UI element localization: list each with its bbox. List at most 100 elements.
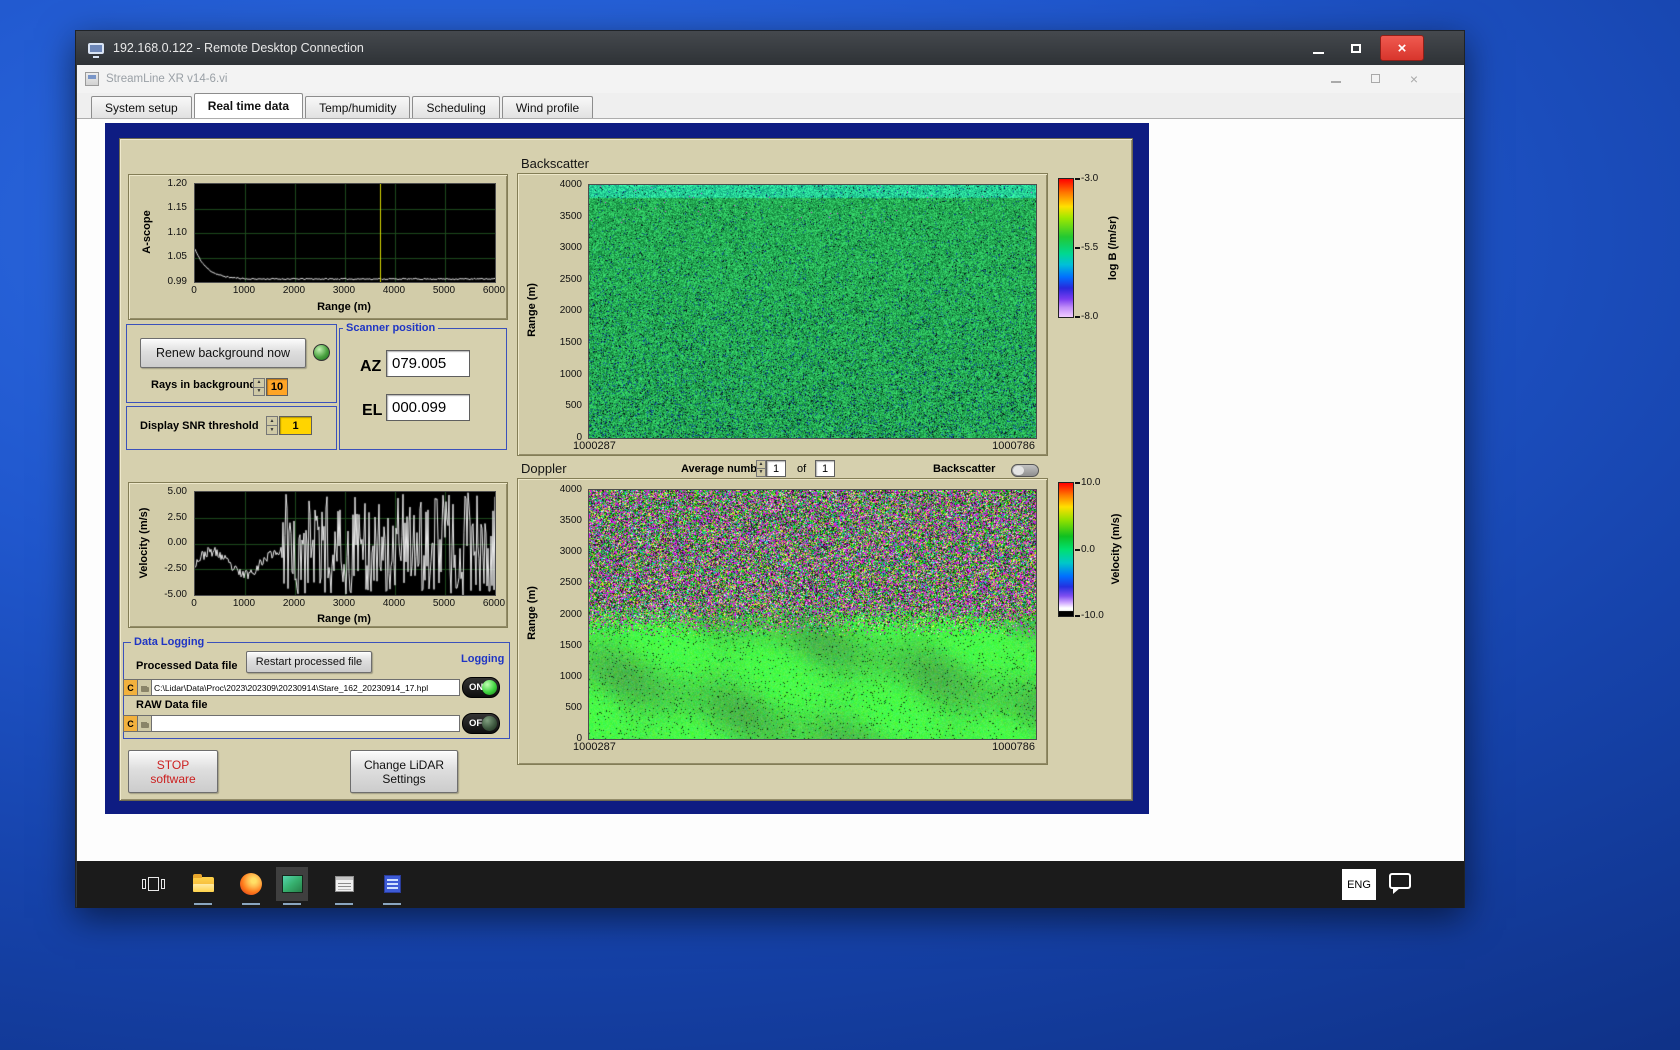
processed-data-file-label: Processed Data file <box>136 660 238 672</box>
scanner-position-title: Scanner position <box>343 322 439 334</box>
snr-value-field[interactable]: 1 <box>279 416 312 435</box>
app-close-button[interactable]: × <box>1410 71 1418 87</box>
maximize-icon <box>1351 43 1361 53</box>
y-tick-label: 2500 <box>559 577 582 588</box>
rdp-close-button[interactable]: × <box>1380 35 1424 61</box>
active-app-button[interactable] <box>276 867 308 905</box>
y-tick-label: 2500 <box>559 274 582 285</box>
y-tick-label: 1500 <box>559 640 582 651</box>
stop-label-line1: STOP <box>156 757 190 772</box>
labview-vi-icon <box>85 72 99 86</box>
language-indicator[interactable]: ENG <box>1342 869 1376 900</box>
az-value-field[interactable]: 079.005 <box>386 350 470 377</box>
logging-off-led <box>482 716 497 731</box>
rays-spinner[interactable]: ▲ ▼ <box>253 378 265 396</box>
ray-end-label: 1000786 <box>992 741 1035 753</box>
logging-label: Logging <box>461 653 505 665</box>
average-count-field[interactable]: 1 <box>815 460 835 477</box>
processed-path-field[interactable]: C:\Lidar\Data\Proc\2023\202309\20230914\… <box>152 679 460 696</box>
task-view-button[interactable] <box>137 867 169 901</box>
folder-browse-icon[interactable] <box>138 715 152 732</box>
colorbar-tick <box>1075 316 1080 318</box>
tab-real-time-data[interactable]: Real time data <box>193 93 304 118</box>
az-label: AZ <box>360 358 382 375</box>
x-tick-label: 3000 <box>332 285 356 296</box>
spinner-up-icon[interactable]: ▲ <box>267 417 277 426</box>
tab-temp-humidity[interactable]: Temp/humidity <box>305 96 411 118</box>
a-scope-axis-label: A-scope <box>141 210 153 254</box>
renew-background-button[interactable]: Renew background now <box>140 338 306 368</box>
path-drive-box[interactable]: C <box>123 679 138 696</box>
doppler-colorbar <box>1058 482 1074 617</box>
app-minimize-button[interactable] <box>1330 70 1341 88</box>
folder-browse-icon[interactable] <box>138 679 152 696</box>
data-logging-title: Data Logging <box>131 636 208 648</box>
spinner-down-icon[interactable]: ▼ <box>267 426 277 434</box>
app-titlebar[interactable]: StreamLine XR v14-6.vi × <box>77 65 1464 93</box>
spinner-up-icon[interactable]: ▲ <box>757 461 765 469</box>
firefox-icon <box>240 873 262 895</box>
range-axis-label: Range (m) <box>317 613 371 625</box>
raw-logging-toggle[interactable]: OFF <box>462 713 500 734</box>
change-settings-line2: Settings <box>382 771 426 786</box>
ray-start-label: 1000287 <box>573 440 616 452</box>
spinner-down-icon[interactable]: ▼ <box>254 388 264 396</box>
backscatter-frame: 4000 3500 3000 2500 2000 1500 1000 500 0… <box>517 173 1048 456</box>
doppler-frame: 4000 3500 3000 2500 2000 1500 1000 500 0… <box>517 478 1048 765</box>
panel-background: 1.20 1.15 1.10 1.05 0.99 A-scope 0 1000 … <box>105 123 1149 814</box>
y-tick-label: 4000 <box>559 179 582 190</box>
processed-logging-toggle[interactable]: ON <box>462 677 500 698</box>
y-tick-label: 1500 <box>559 337 582 348</box>
ray-end-label: 1000786 <box>992 440 1035 452</box>
snr-spinner[interactable]: ▲ ▼ <box>266 416 278 435</box>
file-explorer-button[interactable] <box>187 867 219 905</box>
doppler-heatmap <box>588 489 1037 740</box>
colorbar-tick <box>1075 615 1080 617</box>
average-spinner[interactable]: ▲ ▼ <box>756 460 766 477</box>
average-number-field[interactable]: 1 <box>766 460 786 477</box>
rays-value-field[interactable]: 10 <box>266 378 288 396</box>
rdp-maximize-button[interactable] <box>1342 36 1370 60</box>
spinner-up-icon[interactable]: ▲ <box>254 379 264 388</box>
x-tick-label: 5000 <box>432 285 456 296</box>
stop-label-line2: software <box>150 771 196 786</box>
velocity-axis-label: Velocity (m/s) <box>138 507 150 579</box>
tab-system-setup[interactable]: System setup <box>91 96 192 118</box>
raw-path-field[interactable] <box>152 715 460 732</box>
processed-path-control[interactable]: C C:\Lidar\Data\Proc\2023\202309\2023091… <box>123 679 460 696</box>
doppler-colorbar-label: Velocity (m/s) <box>1110 513 1122 585</box>
app-maximize-button[interactable] <box>1370 70 1380 88</box>
remote-desktop-icon <box>88 42 104 58</box>
x-tick-label: 5000 <box>432 598 456 609</box>
tab-wind-profile[interactable]: Wind profile <box>501 96 594 118</box>
document-list-icon <box>383 875 401 893</box>
notification-chat-icon[interactable] <box>1389 873 1411 894</box>
spinner-down-icon[interactable]: ▼ <box>757 469 765 476</box>
el-value-field[interactable]: 000.099 <box>386 394 470 421</box>
colorbar-tick-label: -5.5 <box>1081 242 1099 253</box>
x-tick-label: 4000 <box>382 285 406 296</box>
tab-bar: System setup Real time data Temp/humidit… <box>77 93 1464 119</box>
backscatter-toggle-label: Backscatter <box>933 463 996 475</box>
scanner-position-group <box>339 328 507 450</box>
firefox-button[interactable] <box>235 867 267 905</box>
backscatter-title: Backscatter <box>521 156 589 171</box>
tab-scheduling[interactable]: Scheduling <box>412 96 500 118</box>
x-tick-label: 6000 <box>482 285 506 296</box>
change-lidar-settings-button[interactable]: Change LiDAR Settings <box>350 750 458 793</box>
desktop: 192.168.0.122 - Remote Desktop Connectio… <box>0 0 1680 1050</box>
path-drive-box[interactable]: C <box>123 715 138 732</box>
rdp-minimize-button[interactable] <box>1304 36 1332 60</box>
rdp-title: 192.168.0.122 - Remote Desktop Connectio… <box>113 41 364 55</box>
scan-scheduler-button[interactable] <box>328 867 360 905</box>
folder-icon <box>192 873 214 892</box>
raw-data-file-label: RAW Data file <box>136 699 208 711</box>
backscatter-toggle[interactable] <box>1011 464 1039 477</box>
a-scope-chart-frame: 1.20 1.15 1.10 1.05 0.99 A-scope 0 1000 … <box>128 174 508 320</box>
restart-processed-file-button[interactable]: Restart processed file <box>246 651 372 673</box>
raw-path-control[interactable]: C <box>123 715 460 732</box>
notes-app-button[interactable] <box>376 867 408 905</box>
task-view-icon <box>141 877 165 891</box>
rdp-titlebar[interactable]: 192.168.0.122 - Remote Desktop Connectio… <box>76 31 1464 65</box>
stop-software-button[interactable]: STOP software <box>128 750 218 793</box>
